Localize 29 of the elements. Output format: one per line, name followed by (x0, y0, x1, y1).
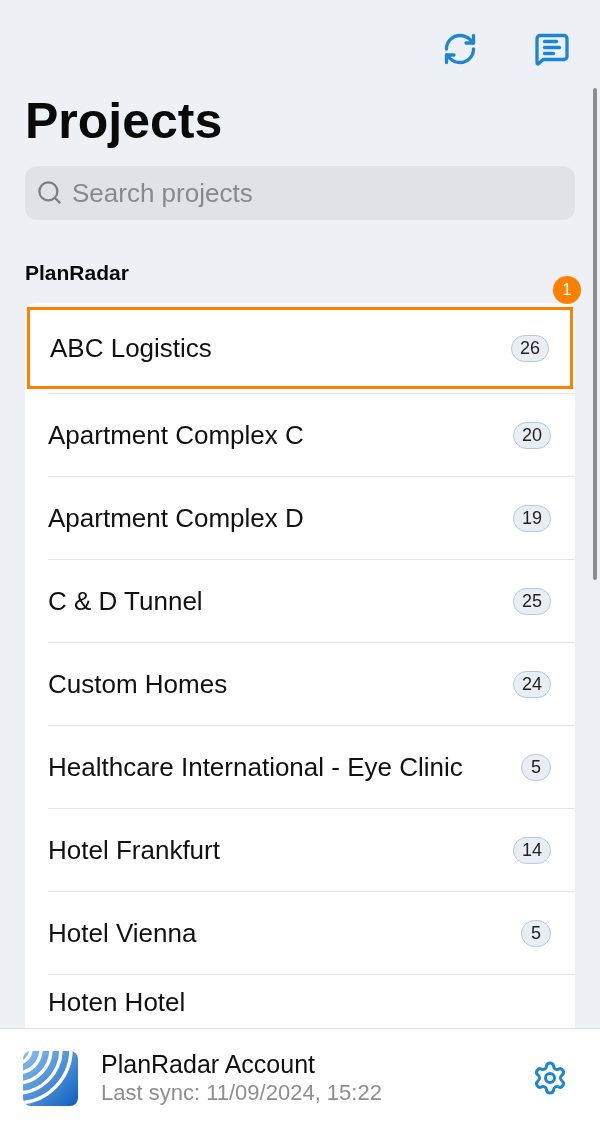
project-list-item[interactable]: Apartment Complex C 20 (25, 394, 575, 476)
count-badge: 24 (512, 670, 551, 698)
project-list-item[interactable]: Apartment Complex D 19 (25, 477, 575, 559)
search-field[interactable]: Search projects (25, 166, 575, 220)
search-icon (36, 179, 63, 206)
settings-icon[interactable] (532, 1060, 568, 1096)
project-list-item[interactable]: Hoten Hotel (25, 975, 575, 1028)
account-name: PlanRadar Account (101, 1050, 317, 1079)
count-badge: 26 (510, 334, 549, 362)
chat-icon[interactable] (534, 31, 570, 67)
project-list-item[interactable]: Healthcare International - Eye Clinic 5 (25, 726, 575, 808)
count-badge: 25 (512, 587, 551, 615)
count-badge: 20 (512, 421, 551, 449)
page-title: Projects (25, 93, 224, 149)
project-list-item[interactable]: ABC Logistics 26 (27, 307, 573, 389)
count-badge: 19 (512, 504, 551, 532)
sync-icon[interactable] (442, 31, 478, 67)
count-badge: 5 (521, 919, 551, 947)
app-logo (23, 1050, 78, 1106)
group-label: PlanRadar (25, 261, 130, 285)
project-list-item[interactable]: Custom Homes 24 (25, 643, 575, 725)
project-list-item[interactable]: Hotel Frankfurt 14 (25, 809, 575, 891)
project-list-item[interactable]: C & D Tunnel 25 (25, 560, 575, 642)
last-sync-text: Last sync: 11/09/2024, 15:22 (101, 1079, 382, 1106)
count-badge: 14 (512, 836, 551, 864)
scrollbar[interactable] (593, 88, 597, 580)
step-marker: 1 (553, 276, 581, 304)
project-list-item[interactable]: Hotel Vienna 5 (25, 892, 575, 974)
count-badge: 5 (521, 753, 551, 781)
